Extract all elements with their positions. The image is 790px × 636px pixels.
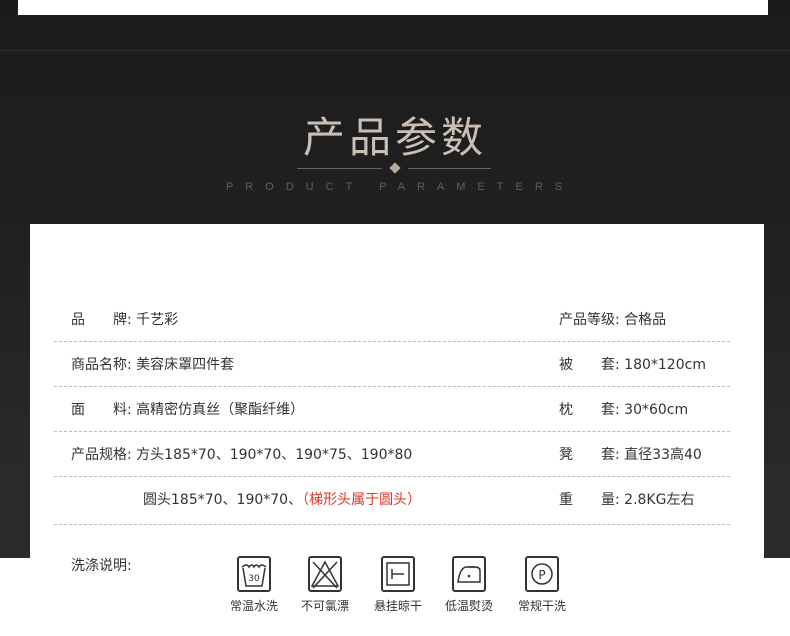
param-row-brand: 品 牌: 千艺彩 产品等级: 合格品 [54, 297, 730, 342]
title-line-left [297, 168, 382, 169]
param-label: 被 套: [559, 357, 620, 373]
param-value: 180*120cm [624, 357, 706, 373]
param-label: 枕 套: [559, 402, 620, 418]
param-label: 产品等级: [559, 312, 620, 328]
title-line-right [408, 168, 491, 169]
section-title: 产品参数 [302, 113, 487, 162]
param-value: 2.8KG左右 [624, 492, 695, 508]
care-instructions-label: 洗涤说明: [71, 558, 132, 574]
param-row-specs: 产品规格: 方头185*70、190*70、190*75、190*80 凳 套:… [54, 432, 730, 477]
dry-clean-icon: P [525, 556, 559, 592]
care-item-low-iron: 低温熨烫 [441, 556, 497, 614]
param-value: 高精密仿真丝（聚酯纤维） [136, 402, 305, 418]
param-label: 品 牌: [71, 312, 132, 328]
param-label: 产品规格: [71, 447, 132, 463]
param-value: 千艺彩 [136, 312, 179, 328]
param-value: 合格品 [624, 312, 667, 328]
care-item-hang-dry: 悬挂晾干 [370, 556, 426, 614]
care-item-dry-clean: P 常规干洗 [514, 556, 570, 614]
param-note: （梯形头属于圆头） [302, 492, 422, 508]
param-label: 商品名称: [71, 357, 132, 373]
section-subtitle: PRODUCT PARAMETERS [225, 181, 575, 193]
param-label: 凳 套: [559, 447, 620, 463]
param-value: 美容床罩四件套 [136, 357, 235, 373]
param-value: 30*60cm [624, 402, 689, 418]
care-item-wash: 30 常温水洗 [226, 556, 282, 614]
care-item-no-bleach: 不可氯漂 [297, 556, 353, 614]
param-row-product-name: 商品名称: 美容床罩四件套 被 套: 180*120cm [54, 342, 730, 387]
param-row-specs-round: 圆头185*70、190*70、（梯形头属于圆头） 重 量: 2.8KG左右 [54, 477, 730, 525]
no-bleach-icon [308, 556, 342, 592]
param-row-fabric: 面 料: 高精密仿真丝（聚酯纤维） 枕 套: 30*60cm [54, 387, 730, 432]
top-white-strip [18, 0, 768, 15]
care-caption: 常温水洗 [229, 599, 278, 613]
care-caption: 低温熨烫 [444, 599, 493, 613]
param-value: 方头185*70、190*70、190*75、190*80 [136, 447, 413, 463]
param-value: 圆头185*70、190*70、 [143, 492, 303, 508]
param-label: 重 量: [559, 492, 620, 508]
top-divider [0, 50, 790, 51]
care-caption: 不可氯漂 [300, 599, 349, 613]
wash-30-icon: 30 [237, 556, 271, 592]
param-value: 直径33高40 [624, 447, 702, 463]
low-iron-icon [452, 556, 486, 592]
param-label: 面 料: [71, 402, 132, 418]
wash-temperature: 30 [248, 574, 260, 584]
dry-clean-letter: P [538, 568, 545, 582]
care-caption: 悬挂晾干 [373, 599, 422, 613]
hang-dry-icon [381, 556, 415, 592]
care-caption: 常规干洗 [517, 599, 566, 613]
